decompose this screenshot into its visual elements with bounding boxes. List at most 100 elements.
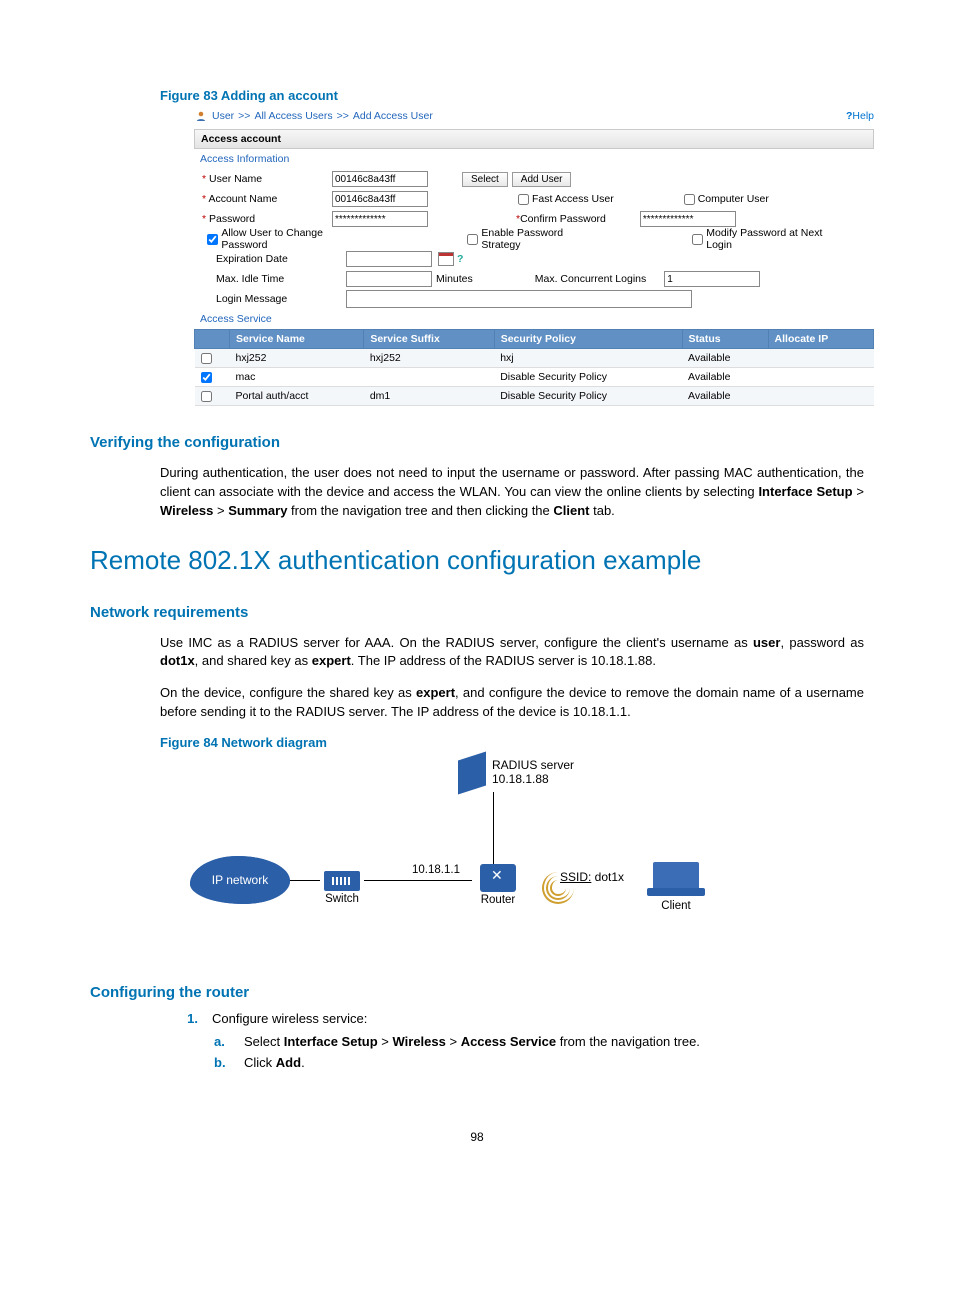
ssid-label: SSID: dot1x xyxy=(560,870,624,884)
row-checkbox[interactable] xyxy=(201,391,212,402)
substep-marker: a. xyxy=(214,1034,232,1049)
cell-policy: Disable Security Policy xyxy=(494,368,682,387)
breadcrumb-sep: >> xyxy=(238,110,250,122)
switch-node: Switch xyxy=(318,871,366,905)
cell-name: Portal auth/acct xyxy=(230,387,364,406)
breadcrumb-sep: >> xyxy=(337,110,349,122)
cell-suffix xyxy=(364,368,494,387)
maxconc-input[interactable] xyxy=(664,271,760,287)
radius-label-2: 10.18.1.88 xyxy=(492,772,549,786)
breadcrumb-row: User >> All Access Users >> Add Access U… xyxy=(194,109,874,123)
col-service-name: Service Name xyxy=(230,330,364,349)
heading-verifying: Verifying the configuration xyxy=(90,434,864,451)
service-table: Service Name Service Suffix Security Pol… xyxy=(194,329,874,406)
fast-user-checkbox[interactable]: Fast Access User xyxy=(518,193,614,205)
col-status: Status xyxy=(682,330,768,349)
client-node: Client xyxy=(646,862,706,912)
router-label: Router xyxy=(472,894,524,906)
expiration-label: Expiration Date xyxy=(194,253,346,265)
step-1a: a.Select Interface Setup > Wireless > Ac… xyxy=(214,1034,864,1049)
breadcrumb-l3: Add Access User xyxy=(353,110,433,122)
accountname-input[interactable] xyxy=(332,191,428,207)
laptop-icon xyxy=(653,862,699,890)
accountname-label: * Account Name xyxy=(194,193,332,205)
link-line xyxy=(493,792,494,864)
para-verify: During authentication, the user does not… xyxy=(160,464,864,521)
switch-label: Switch xyxy=(318,893,366,905)
select-button[interactable]: Select xyxy=(462,172,508,187)
maxidle-label: Max. Idle Time xyxy=(194,273,346,285)
help-icon[interactable]: ? xyxy=(457,253,463,265)
heading-remote-8021x: Remote 802.1X authentication configurati… xyxy=(90,545,864,576)
col-policy: Security Policy xyxy=(494,330,682,349)
link-line xyxy=(288,880,320,881)
cell-status: Available xyxy=(682,349,768,368)
confirm-input[interactable] xyxy=(640,211,736,227)
para-net-2: On the device, configure the shared key … xyxy=(160,684,864,722)
para-net-1: Use IMC as a RADIUS server for AAA. On t… xyxy=(160,634,864,672)
client-label: Client xyxy=(646,900,706,912)
table-row: hxj252 hxj252 hxj Available xyxy=(195,349,874,368)
cell-suffix: dm1 xyxy=(364,387,494,406)
cell-policy: hxj xyxy=(494,349,682,368)
step-1b: b.Click Add. xyxy=(214,1055,864,1070)
table-row: mac Disable Security Policy Available xyxy=(195,368,874,387)
maxconc-label: Max. Concurrent Logins xyxy=(535,273,646,285)
cell-status: Available xyxy=(682,368,768,387)
username-input[interactable] xyxy=(332,171,428,187)
steps-list: 1.Configure wireless service: xyxy=(178,1011,864,1026)
ip-network-icon: IP network xyxy=(190,856,290,904)
cell-status: Available xyxy=(682,387,768,406)
cell-policy: Disable Security Policy xyxy=(494,387,682,406)
breadcrumb: User >> All Access Users >> Add Access U… xyxy=(194,109,433,123)
table-row: Portal auth/acct dm1 Disable Security Po… xyxy=(195,387,874,406)
radius-label-1: RADIUS server xyxy=(492,758,574,772)
col-suffix: Service Suffix xyxy=(364,330,494,349)
minutes-label: Minutes xyxy=(436,273,473,285)
row-checkbox[interactable] xyxy=(201,372,212,383)
router-ip-label: 10.18.1.1 xyxy=(412,864,460,876)
allow-change-checkbox[interactable]: Allow User to Change Password xyxy=(207,227,364,251)
router-node: Router xyxy=(472,864,524,906)
modify-next-checkbox[interactable]: Modify Password at Next Login xyxy=(692,227,844,251)
breadcrumb-l2[interactable]: All Access Users xyxy=(254,110,332,122)
heading-network-req: Network requirements xyxy=(90,604,864,621)
password-label: * Password xyxy=(194,213,332,225)
loginmsg-label: Login Message xyxy=(194,293,346,305)
link-line xyxy=(364,880,472,881)
cell-name: hxj252 xyxy=(230,349,364,368)
network-diagram: IP network Switch 10.18.1.1 Router RADIU… xyxy=(190,756,750,956)
enable-strategy-checkbox[interactable]: Enable Password Strategy xyxy=(467,227,599,251)
col-allocate-ip: Allocate IP xyxy=(768,330,873,349)
add-user-button[interactable]: Add User xyxy=(512,172,572,187)
page-number: 98 xyxy=(90,1130,864,1144)
cell-ip xyxy=(768,349,873,368)
panel-title: Access account xyxy=(194,129,874,149)
cell-ip xyxy=(768,368,873,387)
expiration-input[interactable] xyxy=(346,251,432,267)
confirm-label: Confirm Password xyxy=(520,213,606,225)
router-icon xyxy=(480,864,516,892)
figure-caption-83: Figure 83 Adding an account xyxy=(160,88,864,103)
cell-suffix: hxj252 xyxy=(364,349,494,368)
section-access-service: Access Service xyxy=(194,309,874,329)
access-form: * User Name Select Add User * Account Na… xyxy=(194,169,874,309)
server-icon xyxy=(458,751,486,794)
heading-config-router: Configuring the router xyxy=(90,984,864,1001)
row-checkbox[interactable] xyxy=(201,353,212,364)
maxidle-input[interactable] xyxy=(346,271,432,287)
computer-user-checkbox[interactable]: Computer User xyxy=(684,193,769,205)
add-account-panel: User >> All Access Users >> Add Access U… xyxy=(194,109,874,406)
step-marker: 1. xyxy=(178,1011,198,1026)
loginmsg-input[interactable] xyxy=(346,290,692,308)
breadcrumb-l1[interactable]: User xyxy=(212,110,234,122)
calendar-icon[interactable] xyxy=(438,252,454,266)
help-link[interactable]: ?Help xyxy=(846,110,874,122)
switch-icon xyxy=(324,871,360,891)
cell-ip xyxy=(768,387,873,406)
cell-name: mac xyxy=(230,368,364,387)
password-input[interactable] xyxy=(332,211,428,227)
username-label: * User Name xyxy=(194,173,332,185)
section-access-info: Access Information xyxy=(194,149,874,169)
user-icon xyxy=(194,109,208,123)
